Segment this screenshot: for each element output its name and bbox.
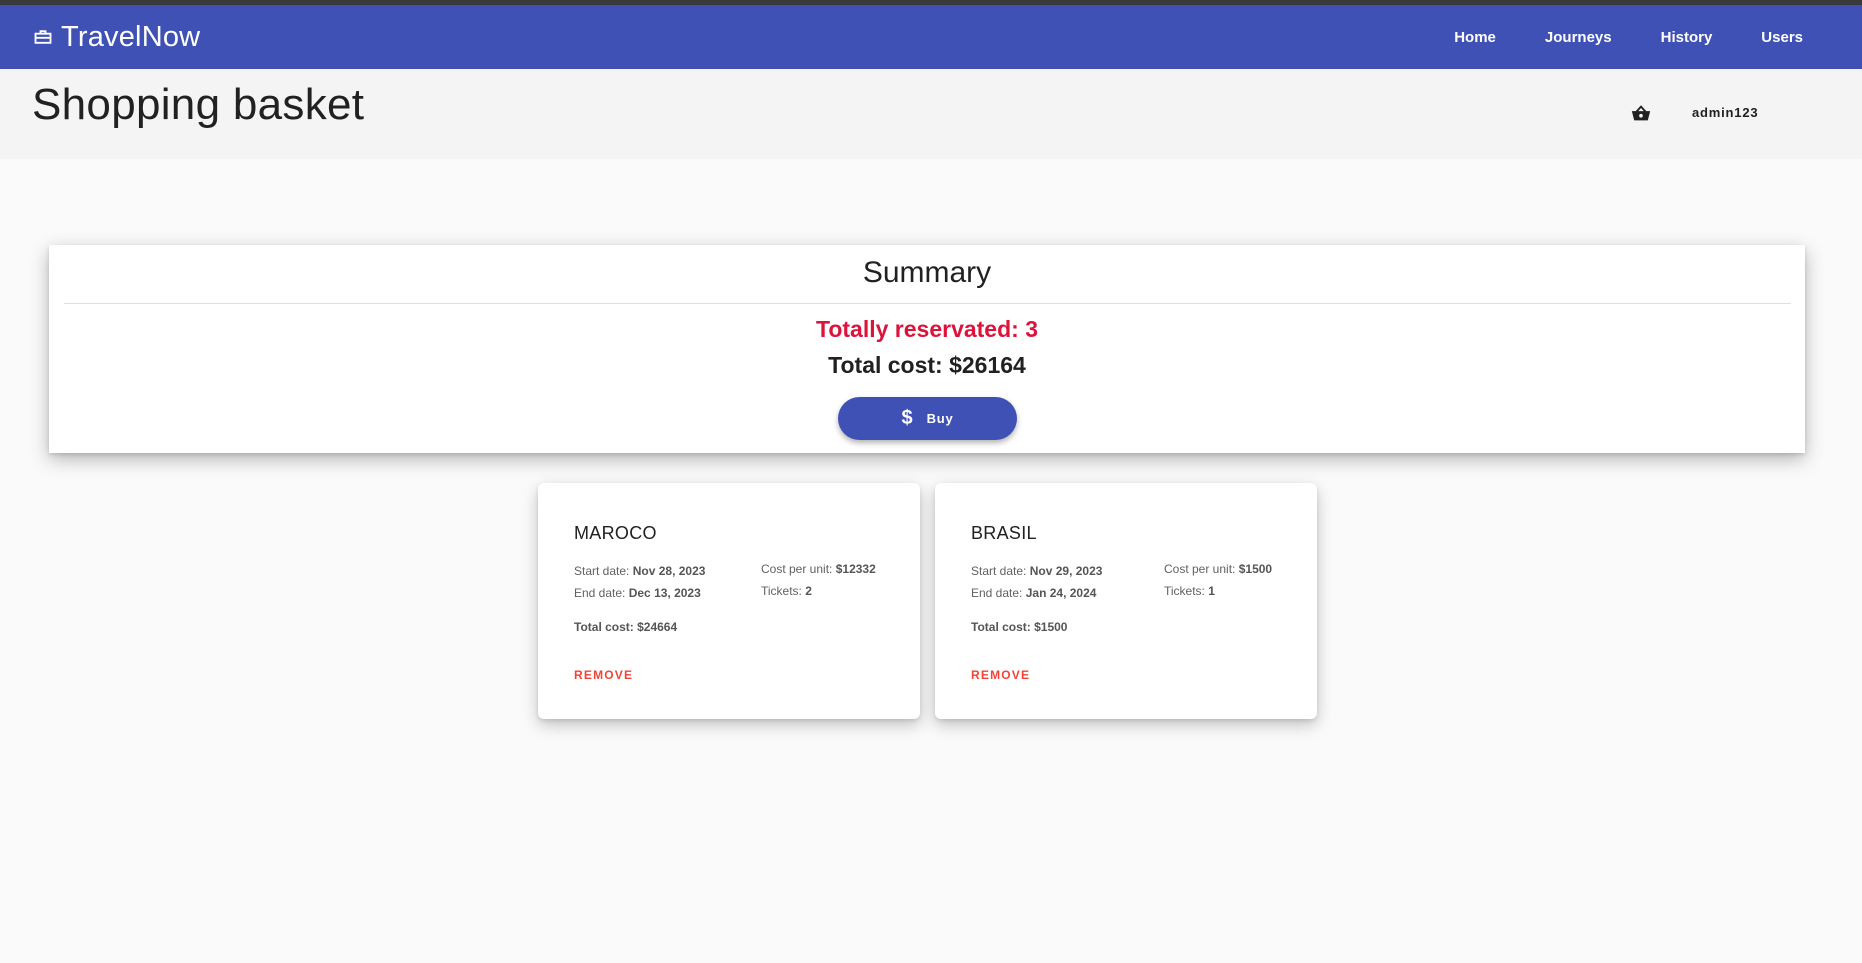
remove-button[interactable]: REMOVE: [971, 668, 1030, 682]
start-date-value: Nov 29, 2023: [1029, 564, 1103, 578]
dollar-icon: $: [901, 407, 913, 429]
cost-per-unit-label: Cost per unit:: [1164, 562, 1236, 576]
summary-panel: Summary Totally reservated: 3 Total cost…: [49, 245, 1805, 453]
card-title: MAROCO: [574, 523, 657, 543]
nav-home[interactable]: Home: [1454, 29, 1496, 46]
basket-card: MAROCO Start date: Nov 28, 2023 End date…: [538, 483, 920, 719]
tickets-value: 1: [1208, 584, 1215, 598]
tickets-label: Tickets:: [1164, 584, 1205, 598]
app-navbar: TravelNow Home Journeys History Users: [0, 5, 1862, 69]
summary-title: Summary: [862, 256, 992, 289]
total-cost: Total cost: $26164: [828, 352, 1026, 378]
card-tickets: Tickets: 1: [1164, 584, 1215, 598]
briefcase-icon: [34, 30, 52, 44]
user-menu[interactable]: admin123: [1692, 105, 1758, 120]
buy-button[interactable]: $ Buy: [838, 397, 1017, 440]
end-date-value: Dec 13, 2023: [628, 586, 701, 600]
cost-per-unit-label: Cost per unit:: [761, 562, 833, 576]
card-end-date: End date: Dec 13, 2023: [574, 586, 701, 600]
reserved-count: Totally reservated: 3: [815, 316, 1038, 342]
page-title: Shopping basket: [32, 80, 365, 129]
start-date-value: Nov 28, 2023: [632, 564, 706, 578]
start-date-label: Start date:: [971, 564, 1027, 578]
card-total: Total cost: $24664: [574, 620, 677, 634]
card-total-value: Total cost: $24664: [574, 620, 678, 634]
card-cost-per-unit: Cost per unit: $12332: [761, 562, 876, 576]
card-total: Total cost: $1500: [971, 620, 1067, 634]
nav-journeys[interactable]: Journeys: [1545, 29, 1612, 46]
end-date-value: Jan 24, 2024: [1025, 586, 1097, 600]
buy-label: Buy: [926, 411, 954, 426]
cost-per-unit-value: $12332: [835, 562, 876, 576]
brand[interactable]: TravelNow: [33, 19, 200, 55]
nav-menu: Home Journeys History Users: [1405, 5, 1803, 69]
start-date-label: Start date:: [574, 564, 630, 578]
end-date-label: End date:: [574, 586, 626, 600]
card-cost-per-unit: Cost per unit: $1500: [1164, 562, 1272, 576]
card-start-date: Start date: Nov 29, 2023: [971, 564, 1102, 578]
brand-name: TravelNow: [61, 20, 201, 53]
remove-button[interactable]: REMOVE: [574, 668, 633, 682]
card-total-value: Total cost: $1500: [971, 620, 1068, 634]
page-header: Shopping basket admin123: [0, 69, 1862, 159]
end-date-label: End date:: [971, 586, 1023, 600]
tickets-value: 2: [805, 584, 812, 598]
card-tickets: Tickets: 2: [761, 584, 812, 598]
basket-icon[interactable]: [1630, 102, 1652, 124]
basket-card: BRASIL Start date: Nov 29, 2023 End date…: [935, 483, 1317, 719]
tickets-label: Tickets:: [761, 584, 802, 598]
card-title: BRASIL: [971, 523, 1037, 543]
cost-per-unit-value: $1500: [1238, 562, 1273, 576]
card-end-date: End date: Jan 24, 2024: [971, 586, 1096, 600]
card-start-date: Start date: Nov 28, 2023: [574, 564, 705, 578]
summary-divider: [64, 303, 1791, 304]
nav-users[interactable]: Users: [1761, 29, 1803, 46]
nav-history[interactable]: History: [1661, 29, 1713, 46]
